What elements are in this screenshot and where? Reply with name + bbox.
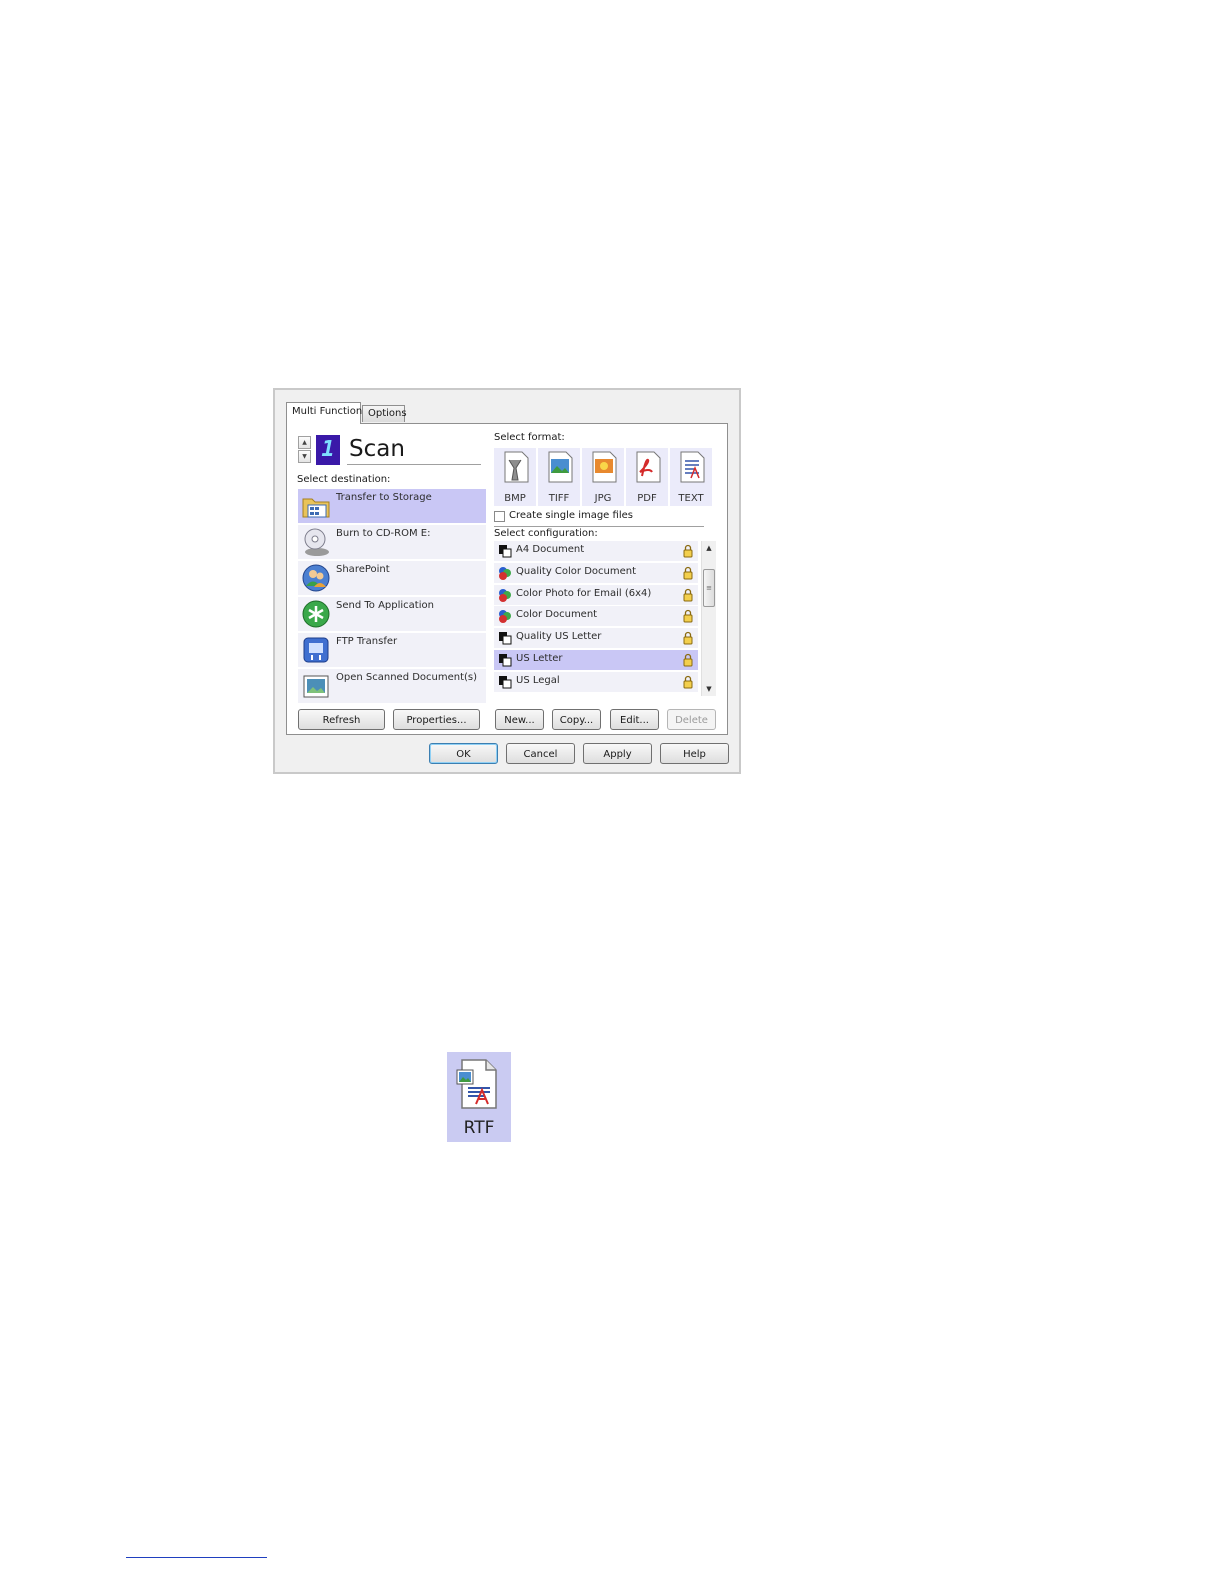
destination-item-transfer-to-storage[interactable]: Transfer to Storage	[298, 489, 486, 523]
tiff-icon	[548, 451, 573, 483]
new-configuration-button[interactable]: New...	[495, 709, 544, 730]
format-label: TEXT	[678, 493, 704, 504]
destination-item-send-to-application[interactable]: Send To Application	[298, 597, 486, 631]
format-list: BMP TIFF JPG PDF TEXT	[494, 448, 714, 506]
properties-button[interactable]: Properties...	[393, 709, 480, 730]
ftp-icon	[303, 637, 329, 663]
destination-label: Transfer to Storage	[336, 492, 432, 503]
scroll-up-arrow-icon[interactable]: ▲	[702, 541, 716, 555]
format-label: PDF	[637, 493, 657, 504]
format-tiff[interactable]: TIFF	[538, 448, 580, 506]
destination-label: Open Scanned Document(s)	[336, 672, 478, 683]
format-text[interactable]: TEXT	[670, 448, 712, 506]
apply-button[interactable]: Apply	[583, 743, 652, 764]
cd-rom-icon	[304, 528, 329, 556]
color-document-icon	[499, 588, 511, 602]
destination-item-ftp-transfer[interactable]: FTP Transfer	[298, 633, 486, 667]
bmp-icon	[504, 451, 529, 483]
format-pdf[interactable]: PDF	[626, 448, 668, 506]
format-label: BMP	[504, 493, 526, 504]
divider	[494, 526, 704, 527]
send-to-application-icon	[302, 600, 330, 628]
configuration-scrollbar[interactable]: ▲ ≡ ▼	[701, 541, 716, 696]
destination-label: Burn to CD-ROM E:	[336, 528, 431, 539]
configuration-label: US Letter	[516, 652, 563, 664]
lock-icon	[683, 653, 693, 667]
lock-icon	[683, 566, 693, 580]
configuration-label: Quality US Letter	[516, 631, 602, 643]
single-image-checkbox[interactable]	[494, 511, 505, 522]
spin-down-button[interactable]: ▼	[298, 450, 311, 463]
configuration-label: Color Document	[516, 609, 598, 621]
multi-function-panel: ▲ ▼ 1 Scan Select destination: Transfer …	[286, 423, 728, 735]
configuration-label: Color Photo for Email (6x4)	[516, 587, 652, 599]
copy-configuration-button[interactable]: Copy...	[552, 709, 601, 730]
format-bmp[interactable]: BMP	[494, 448, 536, 506]
configuration-item-a4-document[interactable]: A4 Document	[494, 541, 698, 561]
format-jpg[interactable]: JPG	[582, 448, 624, 506]
bw-document-icon	[499, 545, 512, 558]
lock-icon	[683, 675, 693, 689]
destination-list: Transfer to Storage Burn to CD-ROM E: Sh…	[298, 489, 486, 705]
destination-item-open-scanned-documents[interactable]: Open Scanned Document(s)	[298, 669, 486, 703]
format-label: TIFF	[548, 493, 570, 504]
bw-document-icon	[499, 675, 512, 689]
configuration-item-color-photo-email[interactable]: Color Photo for Email (6x4)	[494, 584, 698, 605]
folder-icon	[302, 498, 330, 518]
mode-spinner: ▲ ▼	[298, 436, 312, 464]
configuration-item-quality-color-document[interactable]: Quality Color Document	[494, 562, 698, 583]
bw-document-icon	[499, 632, 512, 645]
ok-button[interactable]: OK	[429, 743, 498, 764]
destination-item-burn-to-cd-rom[interactable]: Burn to CD-ROM E:	[298, 525, 486, 559]
rtf-icon	[456, 1059, 497, 1109]
delete-configuration-button[interactable]: Delete	[667, 709, 716, 730]
format-label: JPG	[594, 493, 612, 504]
tab-multi-function[interactable]: Multi Function	[286, 402, 362, 424]
configuration-item-us-letter[interactable]: US Letter	[494, 649, 698, 670]
scan-settings-dialog: Multi Function Options ▲ ▼ 1 Scan Select…	[273, 388, 741, 774]
scroll-down-arrow-icon[interactable]: ▼	[702, 682, 716, 696]
spin-up-button[interactable]: ▲	[298, 436, 311, 449]
cancel-button[interactable]: Cancel	[506, 743, 575, 764]
configuration-label: Quality Color Document	[516, 565, 637, 577]
select-format-label: Select format:	[494, 432, 565, 443]
select-destination-label: Select destination:	[297, 474, 391, 485]
open-document-icon	[303, 675, 329, 698]
help-button[interactable]: Help	[660, 743, 729, 764]
color-document-icon	[499, 610, 511, 624]
pdf-icon	[636, 451, 661, 483]
destination-item-sharepoint[interactable]: SharePoint	[298, 561, 486, 595]
edit-configuration-button[interactable]: Edit...	[610, 709, 659, 730]
destination-label: SharePoint	[336, 564, 390, 575]
select-configuration-label: Select configuration:	[494, 528, 598, 539]
configuration-item-color-document[interactable]: Color Document	[494, 606, 698, 627]
lock-icon	[683, 544, 693, 558]
color-document-icon	[499, 566, 511, 580]
scroll-thumb[interactable]: ≡	[703, 569, 715, 607]
bw-document-icon	[499, 653, 512, 667]
lock-icon	[683, 610, 693, 623]
refresh-button[interactable]: Refresh	[298, 709, 385, 730]
rtf-label: RTF	[463, 1118, 495, 1138]
single-image-label: Create single image files	[509, 510, 633, 521]
rtf-format-tile: RTF	[447, 1052, 511, 1142]
sharepoint-icon	[302, 564, 330, 592]
footer-link-underline	[126, 1557, 267, 1558]
destination-label: Send To Application	[336, 600, 434, 611]
configuration-item-us-legal[interactable]: US Legal	[494, 671, 698, 692]
mode-title: Scan	[347, 434, 481, 465]
jpg-icon	[592, 451, 617, 483]
lock-icon	[683, 632, 693, 645]
configuration-label: A4 Document	[516, 544, 585, 555]
text-icon	[680, 451, 705, 483]
configuration-label: US Legal	[516, 674, 560, 686]
configuration-list: A4 Document Quality Color Document Color…	[494, 541, 698, 694]
lock-icon	[683, 588, 693, 602]
mode-number-display: 1	[316, 435, 340, 465]
configuration-item-quality-us-letter[interactable]: Quality US Letter	[494, 628, 698, 649]
tab-options[interactable]: Options	[362, 405, 407, 422]
destination-label: FTP Transfer	[336, 636, 398, 647]
